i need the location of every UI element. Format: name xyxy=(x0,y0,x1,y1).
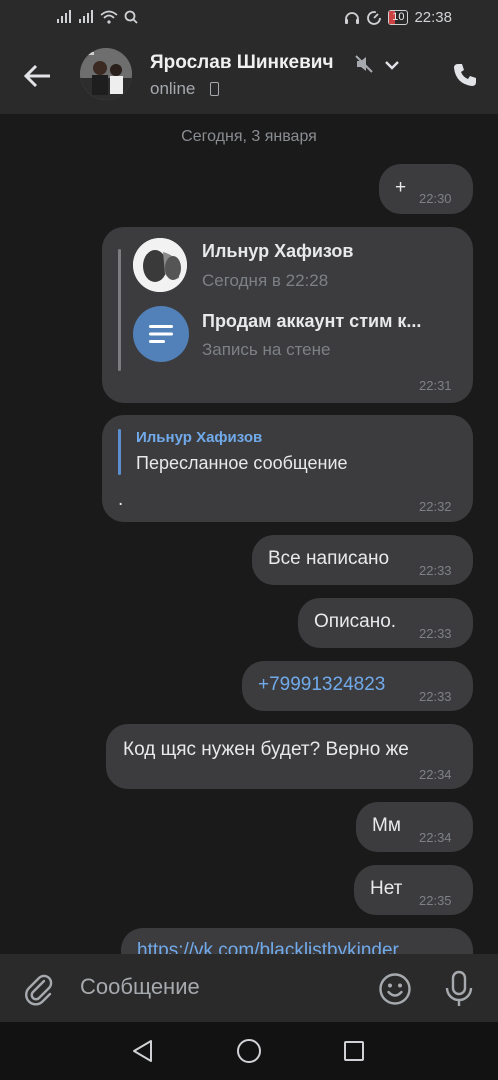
forward-line xyxy=(118,249,121,371)
system-nav-bar xyxy=(0,1022,498,1080)
paperclip-icon[interactable] xyxy=(22,972,56,1006)
reply-message-bubble[interactable]: Ильнур Хафизов Пересланное сообщение . 2… xyxy=(102,415,473,522)
chat-header: Ярослав Шинкевич online xyxy=(0,36,498,114)
mobile-device-icon xyxy=(210,82,219,96)
battery-icon: 10 xyxy=(388,10,409,25)
phone-icon[interactable] xyxy=(452,62,478,88)
message-bubble[interactable]: https://vk.com/blacklistbykinder xyxy=(121,928,473,954)
contact-name[interactable]: Ярослав Шинкевич xyxy=(150,52,334,74)
nav-back-icon[interactable] xyxy=(130,1038,156,1064)
message-time: 22:33 xyxy=(419,689,452,704)
signal-icon xyxy=(57,10,71,23)
message-time: 22:33 xyxy=(419,626,452,641)
message-bubble[interactable]: + 22:30 xyxy=(379,164,473,214)
message-text: Все написано xyxy=(268,548,390,569)
emoji-icon[interactable] xyxy=(378,972,412,1006)
post-subtitle: Запись на стене xyxy=(202,340,331,359)
online-status: online xyxy=(150,79,196,98)
message-time: 22:35 xyxy=(419,893,452,908)
message-text: Код щяс нужен будет? Верно же xyxy=(123,739,409,760)
message-time: 22:30 xyxy=(419,191,452,206)
message-bubble[interactable]: Описано. 22:33 xyxy=(298,598,473,648)
reply-text: Пересланное сообщение xyxy=(136,453,348,473)
phone-link[interactable]: +79991324823 xyxy=(258,674,385,696)
message-bubble[interactable]: Все написано 22:33 xyxy=(252,535,473,585)
status-bar: 10 22:38 xyxy=(0,0,498,36)
forwarded-message-bubble[interactable]: Ильнур Хафизов Сегодня в 22:28 Продам ак… xyxy=(102,227,473,403)
forward-date: Сегодня в 22:28 xyxy=(202,271,329,290)
search-icon xyxy=(124,10,138,24)
message-text: . xyxy=(118,489,124,510)
message-input[interactable]: Сообщение xyxy=(80,974,360,1004)
message-time: 22:34 xyxy=(419,830,452,845)
url-link[interactable]: https://vk.com/blacklistbykinder xyxy=(137,940,399,954)
message-bubble[interactable]: Код щяс нужен будет? Верно же 22:34 xyxy=(106,724,473,789)
nav-home-icon[interactable] xyxy=(237,1039,261,1063)
signal-icon xyxy=(79,10,93,23)
message-list[interactable]: Сегодня, 3 января + 22:30 Ильнур Хафизов… xyxy=(0,114,498,954)
forward-author[interactable]: Ильнур Хафизов xyxy=(202,241,353,262)
muted-icon xyxy=(355,55,373,73)
message-text: + xyxy=(395,177,407,198)
reply-author[interactable]: Ильнур Хафизов xyxy=(136,429,262,446)
message-bubble[interactable]: Мм 22:34 xyxy=(356,802,473,852)
reply-line xyxy=(118,429,121,475)
post-title[interactable]: Продам аккаунт стим к... xyxy=(202,311,421,332)
wall-post-icon[interactable] xyxy=(133,306,189,362)
message-text: Описано. xyxy=(314,611,397,632)
message-text: Нет xyxy=(370,878,403,899)
data-saver-icon xyxy=(367,10,382,25)
message-time: 22:32 xyxy=(419,499,452,514)
headphones-icon xyxy=(345,11,360,24)
back-arrow-icon[interactable] xyxy=(20,58,56,94)
date-divider: Сегодня, 3 января xyxy=(181,128,317,145)
message-time: 22:33 xyxy=(419,563,452,578)
message-bubble[interactable]: Нет 22:35 xyxy=(354,865,473,915)
avatar[interactable] xyxy=(80,48,132,100)
nav-recents-icon[interactable] xyxy=(344,1041,364,1061)
message-time: 22:34 xyxy=(419,767,452,782)
message-text: Мм xyxy=(372,815,401,836)
avatar[interactable] xyxy=(133,238,187,292)
clock: 22:38 xyxy=(414,9,452,26)
chevron-down-icon[interactable] xyxy=(382,55,402,75)
microphone-icon[interactable] xyxy=(444,970,474,1008)
wifi-icon xyxy=(100,10,118,24)
message-time: 22:31 xyxy=(419,378,452,393)
message-composer: Сообщение xyxy=(0,954,498,1022)
message-bubble[interactable]: +79991324823 22:33 xyxy=(242,661,473,711)
